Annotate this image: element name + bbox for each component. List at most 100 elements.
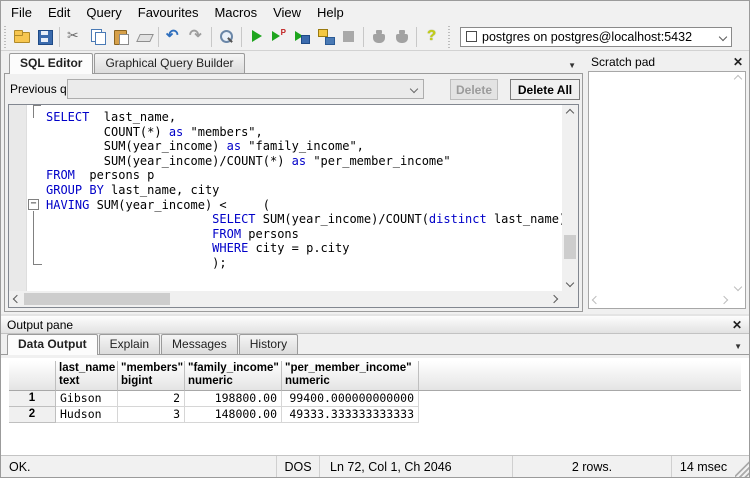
menu-help[interactable]: Help [309, 2, 352, 23]
horizontal-scroll-thumb[interactable] [24, 293, 170, 305]
save-button[interactable] [33, 25, 56, 48]
scroll-down-icon[interactable] [734, 283, 742, 291]
row-count: 2 rows. [512, 456, 671, 477]
chevron-down-icon [410, 85, 418, 93]
delete-button[interactable]: Delete [450, 79, 498, 100]
scroll-left-icon[interactable] [592, 296, 600, 304]
execute-pgscript-button[interactable] [268, 25, 291, 48]
scroll-up-icon[interactable] [734, 75, 742, 83]
tab-history[interactable]: History [239, 334, 298, 354]
column-header[interactable]: "per_member_income"numeric [282, 361, 419, 391]
editor-horizontal-scrollbar[interactable] [9, 291, 562, 307]
tab-data-output[interactable]: Data Output [7, 334, 98, 355]
scratch-pad-content[interactable] [591, 74, 731, 294]
scroll-down-icon[interactable] [562, 275, 578, 291]
sql-editor[interactable]: SELECT last_name, COUNT(*) as "members",… [8, 104, 579, 308]
grid-corner-cell[interactable] [9, 361, 56, 391]
toolbar-separator [241, 27, 242, 47]
editor-tabs: SQL Editor Graphical Query Builder ▼ [4, 53, 583, 73]
grid-cell[interactable]: 2 [118, 391, 185, 407]
vertical-scroll-thumb[interactable] [564, 235, 576, 259]
execute-to-file-button[interactable] [291, 25, 314, 48]
copy-icon [89, 28, 106, 45]
code-line: HAVING SUM(year_income) < ( [46, 198, 562, 213]
code-line: WHERE city = p.city [46, 241, 562, 256]
column-header[interactable]: "members"bigint [118, 361, 185, 391]
menu-view[interactable]: View [265, 2, 309, 23]
rollback-transaction-icon [393, 28, 410, 45]
scroll-right-icon[interactable] [720, 296, 728, 304]
grid-cell[interactable]: Hudson [56, 407, 118, 423]
help-icon [423, 28, 440, 45]
code-line: SELECT last_name, [46, 110, 562, 125]
result-grid[interactable]: last_nametext"members"bigint"family_inco… [9, 361, 741, 423]
connection-label: postgres on postgres@localhost:5432 [482, 30, 692, 44]
row-header[interactable]: 1 [9, 391, 56, 407]
undo-icon [165, 28, 182, 45]
cancel-query-icon [340, 28, 357, 45]
tab-graphical-query-builder[interactable]: Graphical Query Builder [94, 53, 244, 73]
find-button[interactable] [215, 25, 238, 48]
grid-cell[interactable]: 3 [118, 407, 185, 423]
undo-button[interactable] [162, 25, 185, 48]
menu-query[interactable]: Query [78, 2, 129, 23]
connection-combobox[interactable]: postgres on postgres@localhost:5432 [460, 27, 732, 47]
grid-body: 1Gibson2198800.0099400.0000000000002Huds… [9, 391, 741, 423]
grid-cell[interactable]: Gibson [56, 391, 118, 407]
execute-pgscript-icon [271, 28, 288, 45]
scratch-pad-body[interactable] [588, 71, 746, 309]
scroll-left-icon[interactable] [9, 291, 25, 307]
data-output-area: last_nametext"members"bigint"family_inco… [1, 358, 749, 457]
scratch-pad-titlebar: Scratch pad ✕ [587, 53, 748, 70]
editor-vertical-scrollbar[interactable] [562, 105, 578, 291]
help-button[interactable] [420, 25, 443, 48]
cut-icon [66, 28, 83, 45]
clear-window-icon [135, 28, 152, 45]
column-header[interactable]: "family_income"numeric [185, 361, 282, 391]
menu-file[interactable]: File [3, 2, 40, 23]
sql-code[interactable]: SELECT last_name, COUNT(*) as "members",… [9, 110, 562, 271]
delete-all-button[interactable]: Delete All [510, 79, 580, 100]
commit-transaction-icon [370, 28, 387, 45]
tab-explain[interactable]: Explain [99, 334, 160, 354]
output-pane: Output pane ✕ Data Output Explain Messag… [1, 314, 749, 457]
commit-transaction-button[interactable] [367, 25, 390, 48]
tab-messages[interactable]: Messages [161, 334, 238, 354]
resize-grip[interactable] [735, 456, 749, 477]
rollback-transaction-button[interactable] [390, 25, 413, 48]
panel-menu-caret-icon[interactable]: ▼ [568, 61, 576, 70]
close-icon[interactable]: ✕ [730, 55, 746, 69]
redo-button[interactable] [185, 25, 208, 48]
clear-window-button[interactable] [132, 25, 155, 48]
scroll-up-icon[interactable] [562, 105, 578, 121]
copy-button[interactable] [86, 25, 109, 48]
scratch-pad-title: Scratch pad [591, 55, 655, 69]
cancel-query-button[interactable] [337, 25, 360, 48]
close-icon[interactable]: ✕ [729, 318, 745, 332]
menu-macros[interactable]: Macros [206, 2, 265, 23]
explain-query-button[interactable] [314, 25, 337, 48]
cut-button[interactable] [63, 25, 86, 48]
row-header[interactable]: 2 [9, 407, 56, 423]
menu-edit[interactable]: Edit [40, 2, 78, 23]
toolbar-gripper-2[interactable] [447, 26, 451, 48]
execute-query-button[interactable] [245, 25, 268, 48]
tab-sql-editor[interactable]: SQL Editor [9, 53, 93, 74]
panel-menu-caret-icon[interactable]: ▼ [734, 342, 742, 351]
grid-cell[interactable]: 198800.00 [185, 391, 282, 407]
grid-cell[interactable]: 148000.00 [185, 407, 282, 423]
menu-favourites[interactable]: Favourites [130, 2, 207, 23]
grid-cell[interactable]: 49333.333333333333 [282, 407, 419, 423]
find-icon [218, 28, 235, 45]
scroll-right-icon[interactable] [546, 291, 562, 307]
grid-cell[interactable]: 99400.000000000000 [282, 391, 419, 407]
toolbar-gripper[interactable] [3, 26, 7, 48]
paste-button[interactable] [109, 25, 132, 48]
code-line: COUNT(*) as "members", [46, 125, 562, 140]
code-line: SELECT SUM(year_income)/COUNT(distinct l… [46, 212, 562, 227]
column-header[interactable]: last_nametext [56, 361, 118, 391]
previous-queries-combobox[interactable] [67, 79, 424, 99]
open-file-button[interactable] [10, 25, 33, 48]
code-view[interactable]: SELECT last_name, COUNT(*) as "members",… [9, 105, 562, 291]
query-time: 14 msec [671, 456, 735, 477]
